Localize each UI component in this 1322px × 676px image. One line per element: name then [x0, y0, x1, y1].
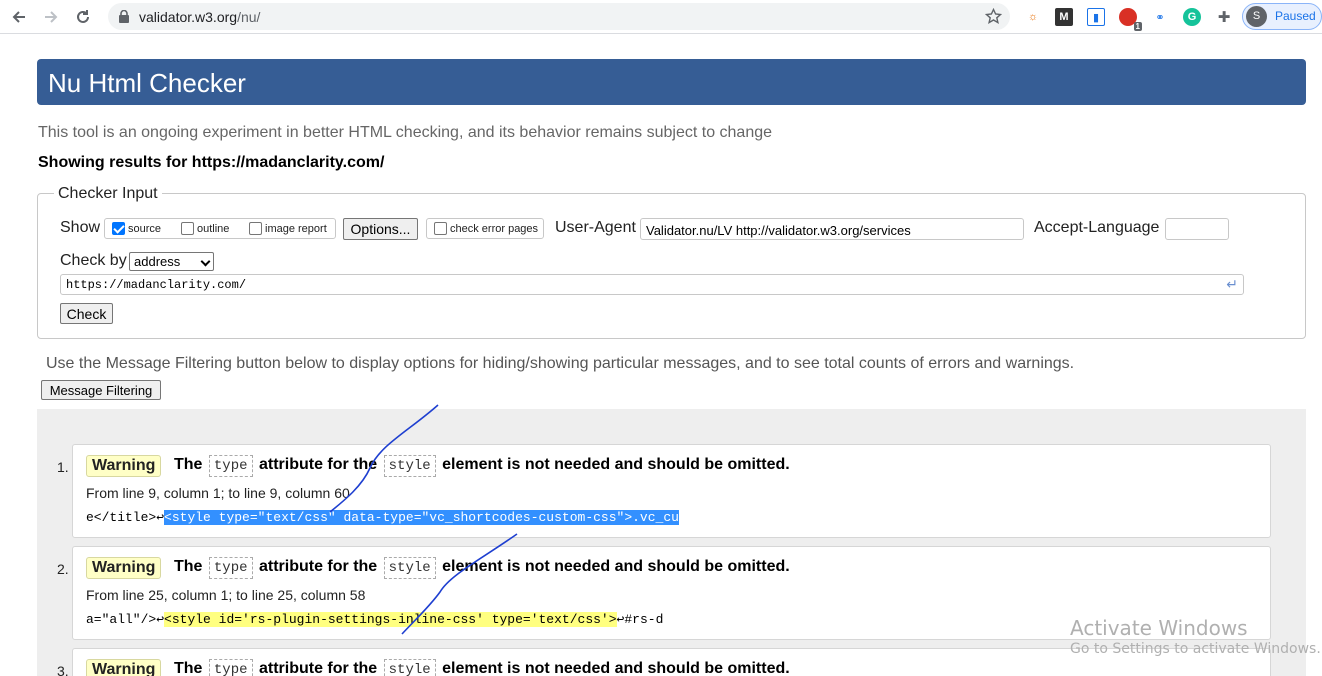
extension-abp-icon[interactable]: 1	[1119, 8, 1142, 31]
source-label: source	[128, 223, 162, 235]
check-error-pages-label: check error pages	[450, 223, 539, 235]
check-error-pages-checkbox[interactable]	[434, 222, 447, 235]
accept-language-input[interactable]	[1165, 218, 1229, 240]
check-by-value: address	[134, 254, 181, 269]
avatar: S	[1246, 6, 1267, 27]
extension-doc-icon[interactable]: ▮	[1087, 8, 1105, 26]
message-text: The type attribute for the style element…	[174, 557, 790, 579]
warning-badge: Warning	[86, 557, 162, 579]
code-style: style	[383, 659, 436, 676]
extract-highlight: <style id='rs-plugin-settings-inline-css…	[164, 612, 617, 627]
message-filtering-button[interactable]: Message Filtering	[41, 380, 161, 400]
code-style: style	[383, 557, 436, 579]
message-item[interactable]: Warning The type attribute for the style…	[72, 444, 1271, 538]
forward-arrow-icon	[45, 11, 58, 23]
code-type: type	[208, 659, 253, 676]
message-extract: a="all"/>↩<style id='rs-plugin-settings-…	[86, 612, 664, 627]
code-style: style	[383, 455, 436, 477]
activate-windows-subtitle: Go to Settings to activate Windows.	[1070, 641, 1321, 657]
extension-sun-icon[interactable]: ☼	[1024, 8, 1042, 26]
check-button[interactable]: Check	[60, 303, 113, 324]
accept-language-label: Accept-Language	[1034, 219, 1160, 236]
user-agent-input[interactable]: Validator.nu/LV http://validator.w3.org/…	[640, 218, 1024, 240]
message-number: 2.	[57, 561, 69, 577]
profile-status: Paused	[1275, 9, 1316, 23]
activate-windows-title: Activate Windows	[1070, 616, 1248, 640]
tagline: This tool is an ongoing experiment in be…	[38, 124, 773, 141]
message-number: 3.	[57, 663, 69, 676]
options-button[interactable]: Options...	[343, 218, 418, 240]
address-input-value: https://madanclarity.com/	[66, 278, 247, 292]
code-type: type	[208, 557, 253, 579]
show-options-group: source outline image report	[104, 218, 336, 239]
source-checkbox[interactable]	[112, 222, 125, 235]
extension-m-icon[interactable]: M	[1055, 8, 1073, 26]
image-report-checkbox[interactable]	[249, 222, 262, 235]
message-location: From line 25, column 1; to line 25, colu…	[86, 587, 366, 603]
extract-highlight: <style type="text/css" data-type="vc_sho…	[164, 510, 633, 525]
browser-toolbar: validator.w3.org/nu/ ☼ M ▮ 1 ⚭ G ✚ S Pau…	[0, 0, 1322, 34]
checker-input-legend: Checker Input	[54, 185, 162, 203]
bookmark-star-icon[interactable]	[985, 8, 1002, 25]
show-label: Show	[60, 219, 101, 236]
back-button[interactable]	[6, 5, 32, 29]
address-input[interactable]: https://madanclarity.com/ ↵	[60, 274, 1244, 295]
extension-link-icon[interactable]: ⚭	[1151, 8, 1169, 26]
check-by-label: Check by	[60, 252, 127, 269]
reload-button[interactable]	[70, 5, 96, 29]
profile-button[interactable]: S Paused	[1242, 3, 1322, 30]
message-text: The type attribute for the style element…	[174, 455, 790, 477]
extension-badge-count: 1	[1133, 22, 1142, 31]
page-title: Nu Html Checker	[48, 68, 246, 98]
check-error-pages-group: check error pages	[426, 218, 544, 239]
message-extract: e</title>↩<style type="text/css" data-ty…	[86, 510, 679, 525]
user-agent-label: User-Agent	[555, 219, 636, 236]
forward-button[interactable]	[38, 5, 64, 29]
back-arrow-icon	[12, 11, 25, 23]
filter-note: Use the Message Filtering button below t…	[46, 355, 1075, 372]
checker-input-fieldset	[37, 193, 1306, 339]
message-number: 1.	[57, 459, 69, 475]
check-by-select[interactable]: address	[129, 252, 214, 271]
outline-checkbox[interactable]	[181, 222, 194, 235]
lock-icon	[119, 10, 129, 23]
extension-grammarly-icon[interactable]: G	[1183, 8, 1201, 26]
warning-badge: Warning	[86, 659, 162, 676]
page-banner: Nu Html Checker	[37, 59, 1306, 105]
results-heading: Showing results for https://madanclarity…	[38, 154, 385, 171]
outline-label: outline	[197, 223, 230, 235]
address-bar[interactable]: validator.w3.org/nu/	[108, 3, 1010, 30]
return-arrow-icon: ↵	[1226, 276, 1238, 292]
url-text: validator.w3.org/nu/	[139, 9, 261, 25]
chevron-down-icon	[200, 256, 211, 267]
warning-badge: Warning	[86, 455, 162, 477]
message-text: The type attribute for the style element…	[174, 659, 790, 676]
extensions-puzzle-icon[interactable]: ✚	[1215, 8, 1233, 26]
reload-icon	[77, 10, 89, 23]
code-type: type	[208, 455, 253, 477]
image-report-label: image report	[265, 223, 327, 235]
message-location: From line 9, column 1; to line 9, column…	[86, 485, 350, 501]
